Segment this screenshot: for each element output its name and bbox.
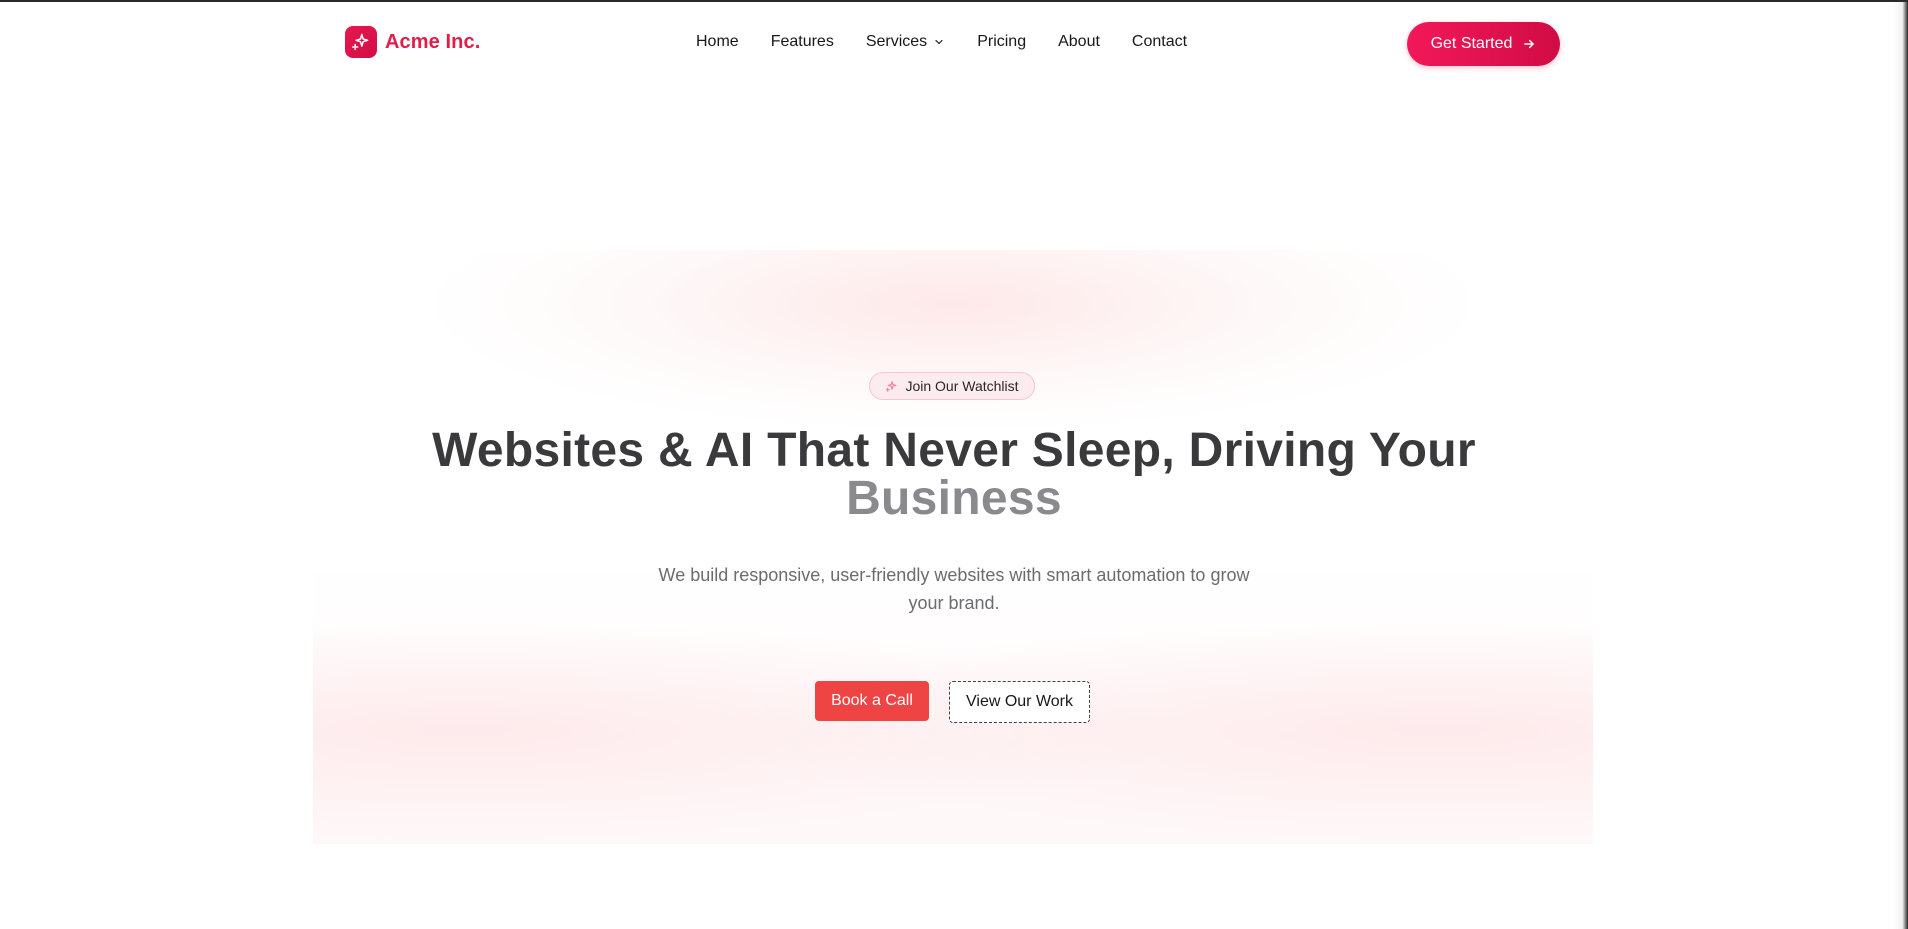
- brand-logo-link[interactable]: Acme Inc.: [345, 26, 480, 58]
- nav-link-services[interactable]: Services: [866, 33, 945, 51]
- watchlist-badge-label: Join Our Watchlist: [905, 378, 1019, 394]
- get-started-label: Get Started: [1430, 35, 1513, 52]
- hero-headline: Websites & AI That Never Sleep, Driving …: [354, 427, 1554, 523]
- window-edge: [1894, 2, 1908, 929]
- view-work-button[interactable]: View Our Work: [949, 681, 1090, 723]
- hero-subtext: We build responsive, user-friendly websi…: [658, 565, 1250, 613]
- nav-link-contact[interactable]: Contact: [1132, 33, 1187, 51]
- hero-headline-line2: Business: [846, 472, 1062, 525]
- watchlist-badge[interactable]: Join Our Watchlist: [869, 372, 1035, 400]
- get-started-button[interactable]: Get Started: [1407, 22, 1560, 66]
- sparkles-icon: [885, 380, 898, 393]
- chevron-down-icon: [933, 36, 945, 48]
- page: Acme Inc. Home Features Services Pricing…: [0, 0, 1908, 929]
- hero-background: [313, 250, 1593, 844]
- brand-name: Acme Inc.: [385, 30, 481, 53]
- nav-link-services-label: Services: [865, 33, 928, 50]
- book-call-button[interactable]: Book a Call: [815, 681, 929, 721]
- sparkles-icon: [345, 26, 377, 58]
- arrow-right-icon: [1522, 37, 1536, 51]
- nav-link-home[interactable]: Home: [696, 33, 739, 51]
- nav-links: Home Features Services Pricing About Con…: [696, 33, 1187, 51]
- top-navbar: Acme Inc. Home Features Services Pricing…: [0, 2, 1894, 82]
- nav-link-pricing[interactable]: Pricing: [977, 33, 1026, 51]
- nav-link-about[interactable]: About: [1058, 33, 1100, 51]
- nav-link-features[interactable]: Features: [771, 33, 834, 51]
- hero-glow-top: [433, 250, 1473, 430]
- hero-headline-line1: Websites & AI That Never Sleep, Driving …: [432, 424, 1476, 477]
